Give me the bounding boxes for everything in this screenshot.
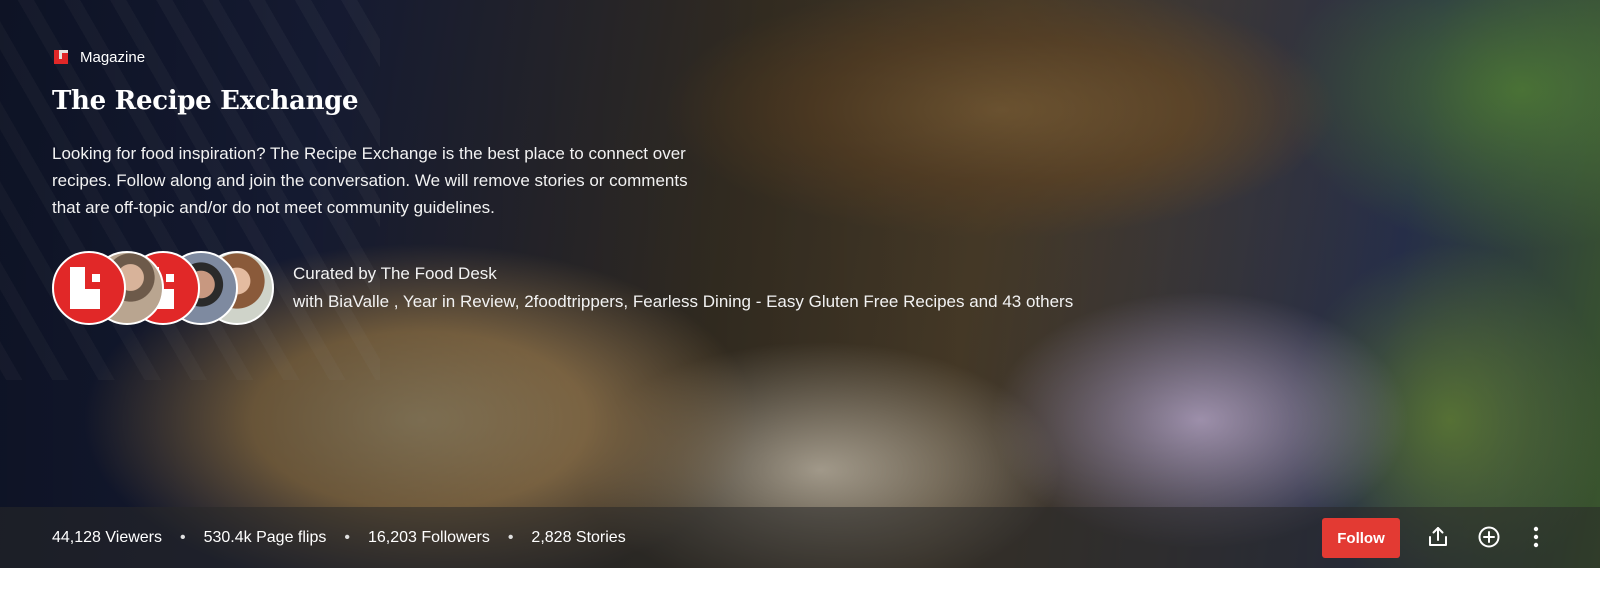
magazine-stats: 44,128 Viewers • 530.4k Page flips • 16,… <box>52 507 626 568</box>
magazine-type: Magazine <box>52 46 752 68</box>
magazine-type-label: Magazine <box>80 48 146 66</box>
magazine-header: Magazine The Recipe Exchange Looking for… <box>52 46 752 221</box>
more-vertical-icon <box>1533 526 1539 548</box>
share-button[interactable] <box>1424 523 1452 551</box>
follow-button[interactable]: Follow <box>1322 518 1400 558</box>
stats-bar: 44,128 Viewers • 530.4k Page flips • 16,… <box>0 507 1600 568</box>
stories-count: 2,828 Stories <box>531 528 626 546</box>
add-to-magazine-button[interactable] <box>1475 523 1503 551</box>
followers-count: 16,203 Followers <box>367 528 490 546</box>
page-flips-count: 530.4k Page flips <box>203 528 327 546</box>
magazine-title: The Recipe Exchange <box>52 86 359 116</box>
avatar[interactable] <box>52 251 126 325</box>
magazine-icon <box>52 48 70 66</box>
more-options-button[interactable] <box>1522 523 1550 551</box>
share-icon <box>1429 527 1447 546</box>
curator-text: Curated by The Food Desk with BiaValle ,… <box>293 262 1073 314</box>
magazine-description: Looking for food inspiration? The Recipe… <box>52 144 688 217</box>
viewers-count: 44,128 Viewers <box>52 528 162 546</box>
curators-section[interactable]: Curated by The Food Desk with BiaValle ,… <box>52 251 1073 325</box>
stat-separator: • <box>180 528 186 546</box>
curator-avatars[interactable] <box>52 251 274 325</box>
stat-separator: • <box>507 528 514 546</box>
stat-separator: • <box>344 528 350 546</box>
magazine-hero: Magazine The Recipe Exchange Looking for… <box>0 0 1600 568</box>
contributors-list[interactable]: with BiaValle , Year in Review, 2foodtri… <box>293 290 1073 314</box>
add-icon <box>1478 526 1500 548</box>
curated-by-label[interactable]: Curated by The Food Desk <box>293 262 1073 286</box>
